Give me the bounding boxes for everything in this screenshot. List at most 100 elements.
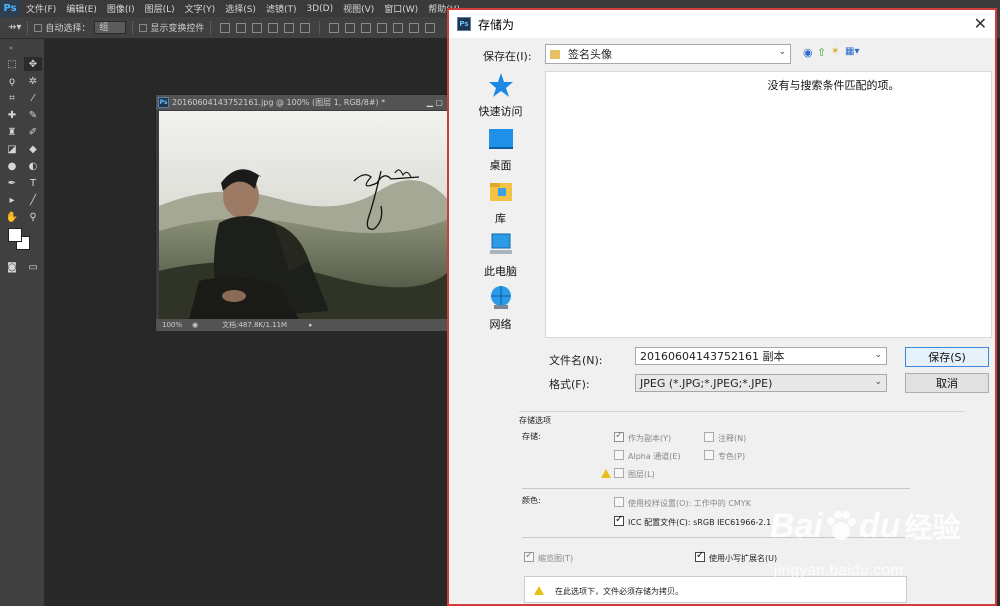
foreground-color[interactable]: [8, 228, 22, 242]
as-copy-checkbox[interactable]: [614, 430, 624, 442]
menu-layer[interactable]: 图层(L): [145, 2, 175, 15]
hand-tool-icon[interactable]: ✋: [3, 210, 21, 224]
menu-view[interactable]: 视图(V): [343, 2, 374, 15]
back-icon[interactable]: ◉: [803, 46, 813, 59]
eyedropper-icon[interactable]: ⁄: [24, 91, 42, 105]
thumbnail-label: 缩览图(T): [538, 554, 574, 563]
network-icon: [490, 286, 511, 309]
annotations-checkbox[interactable]: [704, 432, 714, 442]
layers-checkbox[interactable]: [614, 468, 624, 478]
menu-file[interactable]: 文件(F): [26, 2, 56, 15]
align-middle-icon[interactable]: [236, 22, 247, 33]
zoom-level[interactable]: 100%: [162, 321, 182, 329]
empty-message: 没有与搜索条件匹配的项。: [767, 79, 900, 92]
save-button[interactable]: 保存(S): [905, 347, 989, 367]
filename-label: 文件名(N):: [549, 354, 603, 367]
place-quick-access[interactable]: 快速访问: [469, 72, 532, 119]
menu-window[interactable]: 窗口(W): [384, 2, 418, 15]
info-icon[interactable]: ◉: [192, 321, 198, 329]
type-tool-icon[interactable]: T: [24, 176, 42, 190]
auto-select-dropdown[interactable]: 组: [94, 21, 127, 34]
spot-label: 专色(P): [718, 452, 746, 461]
align-right-icon[interactable]: [300, 22, 311, 33]
cancel-button[interactable]: 取消: [905, 373, 989, 393]
save-in-dropdown[interactable]: 签名头像 ⌄: [545, 44, 791, 64]
format-dropdown[interactable]: JPEG (*.JPG;*.JPEG;*.JPE) ⌄: [635, 374, 887, 392]
place-this-pc[interactable]: 此电脑: [469, 232, 532, 279]
quick-mask-icon[interactable]: ◙: [3, 260, 21, 274]
lowercase-ext-checkbox[interactable]: [695, 550, 705, 562]
magic-wand-icon[interactable]: ✲: [24, 74, 42, 88]
lasso-tool-icon[interactable]: ϙ: [3, 74, 21, 88]
photo-canvas[interactable]: [159, 111, 449, 319]
align-top-icon[interactable]: [220, 22, 231, 33]
chevron-down-icon[interactable]: ⌄: [874, 350, 882, 360]
filename-input[interactable]: 20160604143752161 副本 ⌄: [635, 347, 887, 365]
move-tool-icon[interactable]: ✥: [24, 57, 42, 71]
path-select-icon[interactable]: ▸: [3, 193, 21, 207]
alpha-checkbox[interactable]: [614, 450, 624, 460]
proof-checkbox[interactable]: [614, 497, 624, 507]
history-brush-icon[interactable]: ✐: [24, 125, 42, 139]
line-tool-icon[interactable]: ╱: [24, 193, 42, 207]
move-tool-icon[interactable]: ⇸▾: [8, 22, 21, 33]
auto-align-icon[interactable]: [425, 22, 436, 33]
distribute-left-icon[interactable]: [377, 22, 388, 33]
pen-tool-icon[interactable]: ✒: [3, 176, 21, 190]
icc-checkbox[interactable]: [614, 514, 624, 526]
photoshop-logo: Ps: [0, 0, 20, 17]
folder-icon: [550, 49, 560, 59]
spot-checkbox[interactable]: [704, 450, 714, 460]
distribute-right-icon[interactable]: [409, 22, 420, 33]
new-folder-icon[interactable]: ✶: [831, 46, 839, 57]
menu-filter[interactable]: 滤镜(T): [266, 2, 297, 15]
screen-mode-icon[interactable]: ▭: [24, 260, 42, 274]
place-network[interactable]: 网络: [469, 285, 532, 332]
eraser-tool-icon[interactable]: ◪: [3, 142, 21, 156]
menu-type[interactable]: 文字(Y): [185, 2, 216, 15]
distribute-top-icon[interactable]: [329, 22, 340, 33]
place-label: 此电脑: [484, 265, 517, 278]
window-controls[interactable]: ▁ ▢: [427, 98, 443, 107]
photoshop-icon: Ps: [457, 17, 471, 31]
blur-tool-icon[interactable]: ●: [3, 159, 21, 173]
paint-bucket-icon[interactable]: ◆: [24, 142, 42, 156]
distribute-bottom-icon[interactable]: [361, 22, 372, 33]
close-icon[interactable]: ✕: [974, 14, 987, 33]
distribute-center-icon[interactable]: [393, 22, 404, 33]
auto-select-checkbox[interactable]: [34, 23, 43, 32]
menu-image[interactable]: 图像(I): [107, 2, 135, 15]
place-desktop[interactable]: 桌面: [469, 126, 532, 173]
watermark-brand: Bai: [770, 506, 823, 545]
show-transform-checkbox[interactable]: [139, 23, 148, 32]
collapse-icon[interactable]: «: [2, 41, 20, 55]
dialog-title: 存储为: [478, 17, 515, 32]
marquee-tool-icon[interactable]: ⬚: [3, 57, 21, 71]
zoom-tool-icon[interactable]: ⚲: [24, 210, 42, 224]
file-list[interactable]: 没有与搜索条件匹配的项。: [545, 71, 992, 338]
thumbnail-checkbox[interactable]: [524, 550, 534, 562]
view-menu-icon[interactable]: ▦▾: [845, 46, 859, 57]
crop-tool-icon[interactable]: ⌗: [3, 91, 21, 105]
status-menu-icon[interactable]: ▸: [309, 321, 313, 329]
menu-edit[interactable]: 编辑(E): [66, 2, 97, 15]
warning-icon: [601, 469, 611, 478]
align-left-icon[interactable]: [268, 22, 279, 33]
annotations-label: 注释(N): [718, 434, 747, 443]
distribute-middle-icon[interactable]: [345, 22, 356, 33]
dodge-tool-icon[interactable]: ◐: [24, 159, 42, 173]
place-library[interactable]: 库: [469, 179, 532, 226]
divider: [27, 20, 29, 35]
brush-tool-icon[interactable]: ✎: [24, 108, 42, 122]
format-label: 格式(F):: [549, 378, 590, 391]
healing-brush-icon[interactable]: ✚: [3, 108, 21, 122]
warning-text: 在此选项下，文件必须存储为拷贝。: [555, 587, 683, 596]
menu-select[interactable]: 选择(S): [225, 2, 256, 15]
align-bottom-icon[interactable]: [252, 22, 263, 33]
document-tab[interactable]: Ps 20160604143752161.jpg @ 100% (图层 1, R…: [156, 95, 447, 110]
up-folder-icon[interactable]: ⇧: [817, 46, 826, 59]
clone-stamp-icon[interactable]: ♜: [3, 125, 21, 139]
align-center-icon[interactable]: [284, 22, 295, 33]
menu-3d[interactable]: 3D(D): [306, 4, 333, 14]
ps-document-icon: Ps: [158, 97, 169, 108]
